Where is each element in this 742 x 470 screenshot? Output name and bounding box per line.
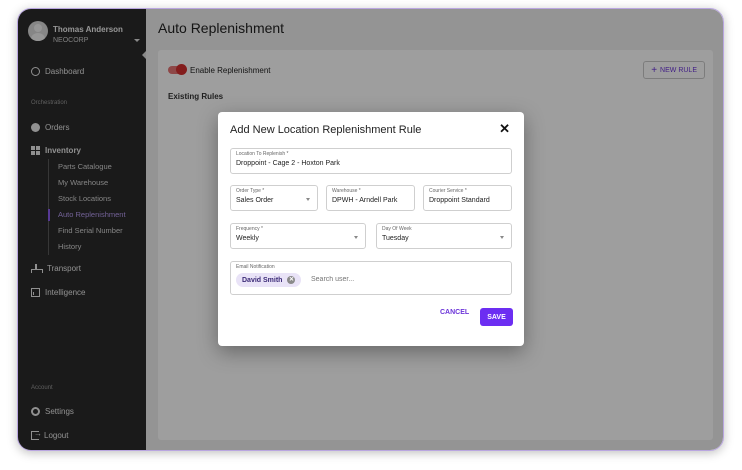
field-label: Email Notification xyxy=(236,264,275,270)
chip-label: David Smith xyxy=(242,276,283,284)
frequency-select[interactable]: Frequency * Weekly xyxy=(230,223,366,249)
courier-service-field[interactable]: Courier Service * Droppoint Standard xyxy=(423,185,512,211)
chevron-down-icon xyxy=(306,198,310,201)
close-icon[interactable]: ✕ xyxy=(499,122,510,136)
field-label: Day Of Week xyxy=(382,226,412,232)
field-value: DPWH - Arndell Park xyxy=(332,197,398,204)
field-value: Sales Order xyxy=(236,197,274,204)
field-label: Courier Service * xyxy=(429,188,467,194)
add-rule-dialog: Add New Location Replenishment Rule ✕ Lo… xyxy=(218,112,524,346)
chevron-down-icon xyxy=(500,236,504,239)
field-value: Weekly xyxy=(236,235,259,242)
field-label: Order Type * xyxy=(236,188,265,194)
day-of-week-select[interactable]: Day Of Week Tuesday xyxy=(376,223,512,249)
field-value: Droppoint - Cage 2 - Hoxton Park xyxy=(236,160,340,167)
dialog-title: Add New Location Replenishment Rule xyxy=(230,124,422,136)
field-value: Droppoint Standard xyxy=(429,197,490,204)
email-notification-field[interactable]: Email Notification David Smith ✕ xyxy=(230,261,512,295)
field-label: Location To Replenish * xyxy=(236,151,289,157)
chevron-down-icon xyxy=(354,236,358,239)
sidebar-backdrop[interactable] xyxy=(18,9,146,450)
location-field[interactable]: Location To Replenish * Droppoint - Cage… xyxy=(230,148,512,174)
order-type-select[interactable]: Order Type * Sales Order xyxy=(230,185,318,211)
field-value: Tuesday xyxy=(382,235,409,242)
warehouse-field[interactable]: Warehouse * DPWH - Arndell Park xyxy=(326,185,415,211)
field-label: Frequency * xyxy=(236,226,263,232)
remove-chip-icon[interactable]: ✕ xyxy=(287,276,296,284)
search-user-input[interactable] xyxy=(311,276,431,283)
save-button[interactable]: SAVE xyxy=(480,308,513,326)
cancel-button[interactable]: CANCEL xyxy=(440,309,469,316)
user-chip[interactable]: David Smith ✕ xyxy=(236,273,302,287)
field-label: Warehouse * xyxy=(332,188,361,194)
